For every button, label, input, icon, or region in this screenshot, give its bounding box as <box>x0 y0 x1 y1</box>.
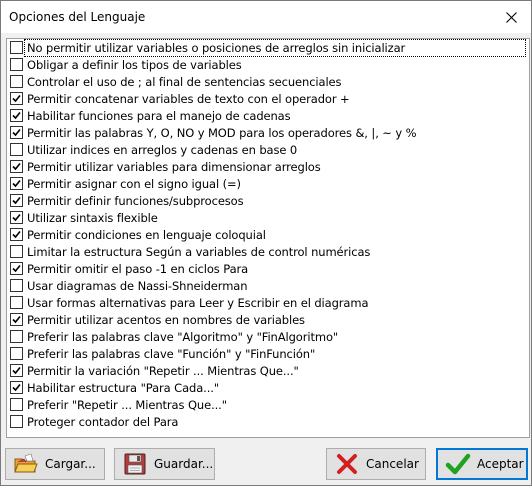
option-label: Habilitar funciones para el manejo de ca… <box>27 108 291 123</box>
option-row[interactable]: Utilizar indices en arreglos y cadenas e… <box>7 141 529 158</box>
cancel-button[interactable]: Cancelar <box>326 448 426 480</box>
checkmark-icon <box>12 94 21 103</box>
save-button[interactable]: Guardar... <box>114 448 215 480</box>
option-label: Permitir las palabras Y, O, NO y MOD par… <box>27 125 417 140</box>
checkmark-icon <box>12 315 21 324</box>
option-label: Permitir condiciones en lenguaje coloqui… <box>27 227 266 242</box>
option-checkbox[interactable] <box>10 177 23 190</box>
option-row[interactable]: Habilitar funciones para el manejo de ca… <box>7 107 529 124</box>
folder-open-icon <box>14 453 38 473</box>
option-label: Usar diagramas de Nassi-Shneiderman <box>27 278 248 293</box>
option-label: Usar formas alternativas para Leer y Esc… <box>27 295 369 310</box>
option-label: Limitar la estructura Según a variables … <box>27 244 371 259</box>
option-label: Utilizar sintaxis flexible <box>27 210 158 225</box>
checkmark-icon <box>12 366 21 375</box>
option-checkbox[interactable] <box>10 279 23 292</box>
option-label: Preferir "Repetir ... Mientras Que..." <box>27 397 227 412</box>
option-row[interactable]: Preferir "Repetir ... Mientras Que..." <box>7 396 529 413</box>
option-checkbox[interactable] <box>10 313 23 326</box>
option-label: Utilizar indices en arreglos y cadenas e… <box>27 142 298 157</box>
option-label: Proteger contador del Para <box>27 414 179 429</box>
accept-button[interactable]: Aceptar <box>436 448 528 480</box>
green-check-icon <box>445 453 471 475</box>
accept-button-label: Aceptar <box>477 457 524 471</box>
load-button-label: Cargar... <box>45 457 96 471</box>
option-checkbox[interactable] <box>10 398 23 411</box>
option-label: Permitir concatenar variables de texto c… <box>27 91 350 106</box>
checkmark-icon <box>12 230 21 239</box>
option-checkbox[interactable] <box>10 330 23 343</box>
option-row[interactable]: Obligar a definir los tipos de variables <box>7 56 529 73</box>
option-row[interactable]: Usar diagramas de Nassi-Shneiderman <box>7 277 529 294</box>
option-row[interactable]: Permitir concatenar variables de texto c… <box>7 90 529 107</box>
option-checkbox[interactable] <box>10 296 23 309</box>
save-button-label: Guardar... <box>154 457 214 471</box>
option-checkbox[interactable] <box>10 75 23 88</box>
option-row[interactable]: Usar formas alternativas para Leer y Esc… <box>7 294 529 311</box>
option-checkbox[interactable] <box>10 381 23 394</box>
option-row[interactable]: Habilitar estructura "Para Cada..." <box>7 379 529 396</box>
close-button[interactable] <box>491 1 531 33</box>
option-row[interactable]: Permitir utilizar variables para dimensi… <box>7 158 529 175</box>
options-checklist[interactable]: No permitir utilizar variables o posicio… <box>6 38 530 438</box>
option-label: No permitir utilizar variables o posicio… <box>27 40 406 55</box>
option-checkbox[interactable] <box>10 194 23 207</box>
checkmark-icon <box>12 264 21 273</box>
option-label: Preferir las palabras clave "Algoritmo" … <box>27 329 339 344</box>
option-checkbox[interactable] <box>10 143 23 156</box>
option-row[interactable]: Limitar la estructura Según a variables … <box>7 243 529 260</box>
load-button[interactable]: Cargar... <box>5 448 105 480</box>
option-label: Obligar a definir los tipos de variables <box>27 57 242 72</box>
option-row[interactable]: No permitir utilizar variables o posicio… <box>7 39 529 57</box>
cancel-button-label: Cancelar <box>366 457 419 471</box>
option-checkbox[interactable] <box>10 58 23 71</box>
option-checkbox[interactable] <box>10 245 23 258</box>
option-label: Permitir asignar con el signo igual (=) <box>27 176 241 191</box>
option-checkbox[interactable] <box>10 92 23 105</box>
option-label: Permitir utilizar variables para dimensi… <box>27 159 321 174</box>
option-row[interactable]: Permitir asignar con el signo igual (=) <box>7 175 529 192</box>
option-label: Permitir utilizar acentos en nombres de … <box>27 312 305 327</box>
close-icon <box>505 11 517 23</box>
option-row[interactable]: Permitir la variación "Repetir ... Mient… <box>7 362 529 379</box>
floppy-disk-icon <box>124 453 146 475</box>
dialog-title: Opciones del Lenguaje <box>9 10 146 24</box>
option-row[interactable]: Controlar el uso de ; al final de senten… <box>7 73 529 90</box>
option-row[interactable]: Utilizar sintaxis flexible <box>7 209 529 226</box>
option-checkbox[interactable] <box>10 41 23 54</box>
option-checkbox[interactable] <box>10 109 23 122</box>
option-label: Controlar el uso de ; al final de senten… <box>27 74 342 89</box>
option-row[interactable]: Permitir condiciones en lenguaje coloqui… <box>7 226 529 243</box>
option-label: Preferir las palabras clave "Función" y … <box>27 346 316 361</box>
option-row[interactable]: Permitir las palabras Y, O, NO y MOD par… <box>7 124 529 141</box>
option-row[interactable]: Proteger contador del Para <box>7 413 529 430</box>
option-checkbox[interactable] <box>10 211 23 224</box>
option-checkbox[interactable] <box>10 228 23 241</box>
option-label: Permitir omitir el paso -1 en ciclos Par… <box>27 261 249 276</box>
red-x-icon <box>337 454 357 474</box>
option-checkbox[interactable] <box>10 415 23 428</box>
option-label: Habilitar estructura "Para Cada..." <box>27 380 220 395</box>
checkmark-icon <box>12 128 21 137</box>
checkmark-icon <box>12 383 21 392</box>
option-row[interactable]: Permitir definir funciones/subprocesos <box>7 192 529 209</box>
option-checkbox[interactable] <box>10 126 23 139</box>
option-row[interactable]: Preferir las palabras clave "Función" y … <box>7 345 529 362</box>
option-label: Permitir definir funciones/subprocesos <box>27 193 244 208</box>
option-label: Permitir la variación "Repetir ... Mient… <box>27 363 299 378</box>
checkmark-icon <box>12 196 21 205</box>
option-row[interactable]: Permitir utilizar acentos en nombres de … <box>7 311 529 328</box>
checkmark-icon <box>12 111 21 120</box>
options-dialog: Opciones del Lenguaje No permitir utiliz… <box>0 0 532 486</box>
option-row[interactable]: Permitir omitir el paso -1 en ciclos Par… <box>7 260 529 277</box>
checkmark-icon <box>12 213 21 222</box>
option-checkbox[interactable] <box>10 347 23 360</box>
option-checkbox[interactable] <box>10 160 23 173</box>
option-checkbox[interactable] <box>10 364 23 377</box>
checkmark-icon <box>12 162 21 171</box>
option-checkbox[interactable] <box>10 262 23 275</box>
title-bar: Opciones del Lenguaje <box>1 1 531 33</box>
checkmark-icon <box>12 179 21 188</box>
option-row[interactable]: Preferir las palabras clave "Algoritmo" … <box>7 328 529 345</box>
